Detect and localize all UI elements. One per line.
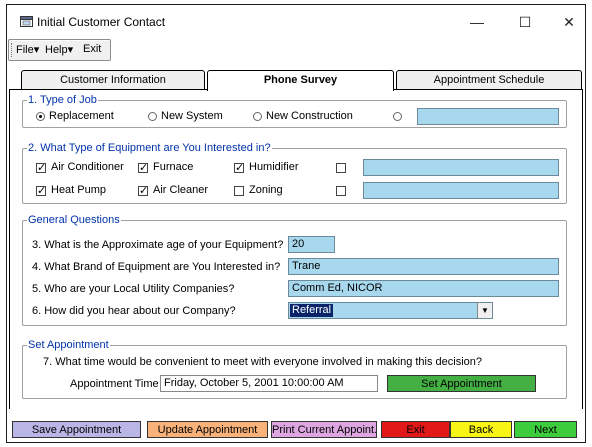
main-window: Initial Customer Contact — ☐ ✕ File▾ Hel… [6,4,586,443]
checkbox-furnace[interactable] [138,161,148,174]
appointment-time-label: Appointment Time [70,378,159,390]
checkbox-other-1[interactable] [336,163,346,173]
radio-new-system-label: New System [161,110,223,122]
equipment-age-input[interactable]: 20 [288,236,335,253]
phone-survey-panel: 1. Type of Job Replacement New System Ne… [9,89,583,409]
close-button[interactable]: ✕ [548,9,590,35]
toolbar-grip[interactable] [11,43,13,57]
other-equipment-1-input[interactable] [363,159,559,176]
print-appointment-button[interactable]: Print Current Appoint. [271,421,377,438]
radio-new-system[interactable] [148,112,157,121]
other-equipment-2-input[interactable] [363,182,559,199]
referral-source-select[interactable]: Referral ▼ [288,302,493,319]
save-appointment-button[interactable]: Save Appointment [12,421,141,438]
radio-new-construction-label: New Construction [266,110,353,122]
chevron-down-icon: ▾ [67,44,74,56]
set-appointment-button[interactable]: Set Appointment [387,375,536,392]
general-questions-legend: General Questions [28,214,120,226]
checkbox-humidifier[interactable] [234,161,244,174]
back-button[interactable]: Back [450,421,512,438]
radio-new-construction[interactable] [253,112,262,121]
set-appointment-legend: Set Appointment [28,339,109,351]
menu-file[interactable]: File▾ [16,43,39,56]
tab-strip: Customer Information Phone Survey Appoin… [7,70,585,91]
utility-companies-input[interactable]: Comm Ed, NICOR [288,280,559,297]
dropdown-arrow-icon[interactable]: ▼ [477,303,492,318]
other-job-input[interactable] [417,108,559,125]
equipment-legend: 2. What Type of Equipment are You Intere… [28,142,271,154]
radio-replacement-label: Replacement [49,110,114,122]
window-title: Initial Customer Contact [37,15,166,29]
checkbox-furnace-label: Furnace [153,161,194,173]
menu-help[interactable]: Help▾ [45,43,73,56]
q3-label: 3. What is the Approximate age of your E… [32,239,284,251]
tab-phone-survey[interactable]: Phone Survey [207,70,394,91]
radio-replacement[interactable] [36,112,45,121]
maximize-button[interactable]: ☐ [504,9,546,35]
checkbox-air-conditioner-label: Air Conditioner [51,161,124,173]
checkbox-zoning[interactable] [234,186,244,196]
type-of-job-legend: 1. Type of Job [28,94,97,106]
checkbox-other-2[interactable] [336,186,346,196]
tab-customer-information[interactable]: Customer Information [21,70,205,90]
radio-other-job[interactable] [393,112,402,121]
checkbox-heat-pump-label: Heat Pump [51,184,107,196]
checkbox-zoning-label: Zoning [249,184,283,196]
app-window-icon [20,16,33,27]
menu-file-label: File [16,44,34,56]
q5-label: 5. Who are your Local Utility Companies? [32,283,235,295]
checkbox-air-conditioner[interactable] [36,161,46,174]
checkbox-heat-pump[interactable] [36,184,46,197]
menu-bar: File▾ Help▾ Exit [8,39,111,61]
referral-source-value: Referral [290,304,334,317]
q4-label: 4. What Brand of Equipment are You Inter… [32,261,281,273]
appointment-question: 7. What time would be convenient to meet… [43,356,483,368]
appointment-time-field[interactable]: Friday, October 5, 2001 10:00:00 AM [160,375,378,392]
equipment-brand-input[interactable]: Trane [288,258,559,275]
chevron-down-icon: ▾ [33,44,40,56]
checkbox-humidifier-label: Humidifier [249,161,299,173]
tab-appointment-schedule[interactable]: Appointment Schedule [396,70,582,90]
title-bar: Initial Customer Contact — ☐ ✕ [7,5,585,39]
menu-exit[interactable]: Exit [83,43,101,55]
update-appointment-button[interactable]: Update Appointment [147,421,268,438]
menu-help-label: Help [45,44,68,56]
exit-button[interactable]: Exit [381,421,450,438]
checkbox-air-cleaner[interactable] [138,184,148,197]
minimize-button[interactable]: — [456,9,498,35]
checkbox-air-cleaner-label: Air Cleaner [153,184,209,196]
q6-label: 6. How did you hear about our Company? [32,305,236,317]
next-button[interactable]: Next [514,421,577,438]
